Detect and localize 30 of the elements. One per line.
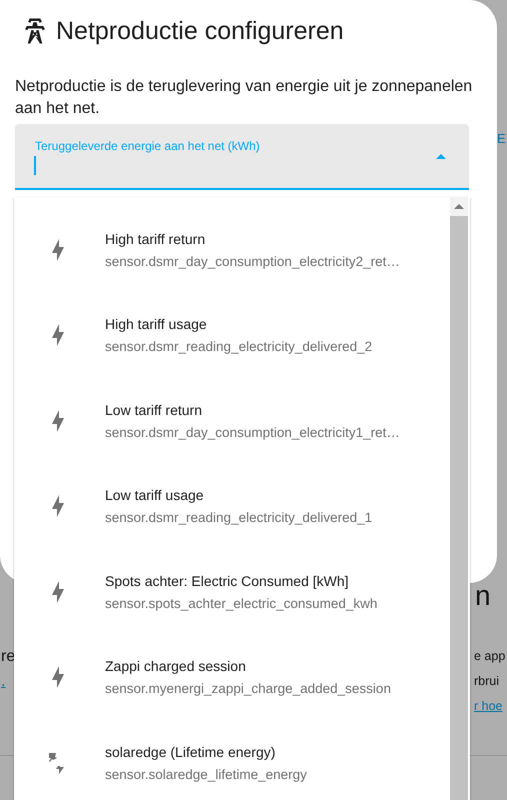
text: re [1,647,16,667]
caret-icon [454,204,464,209]
option-title: Zappi charged session [105,658,247,674]
entity-id: sensor.dsmr_day_consumption_electricity2_ret… [105,254,400,269]
option-title: High tariff return [105,230,206,247]
option-item[interactable]: Zappi charged session sensor.myenergi_zappi_charge_added_session [14,634,450,720]
text: rbrui [474,673,500,690]
entity-id: sensor.dsmr_reading_electricity_delivered_2 [105,339,372,354]
option-item[interactable]: Low tariff usage sensor.dsmr_reading_electricity_delivered_1 [14,464,450,549]
option-title: Low tariff return [105,402,204,418]
text: e app [474,648,506,665]
dialog-title: Netproductie configureren [56,16,344,46]
option-item[interactable]: Spots achter: Electric Consumed [kWh] sensor.spots_achter_electric_consumed_kwh [14,549,450,634]
option-title: Low tariff usage [105,487,205,504]
option-item[interactable]: solaredge (Lifetime energy) sensor.solaredge_lifetime_energy [14,720,450,800]
caret-icon [436,154,446,159]
entity-id: sensor.myenergi_zappi_charge_added_session [105,681,391,696]
option-item[interactable]: High tariff usage sensor.dsmr_reading_electricity_delivered_2 [14,292,450,378]
option-item[interactable]: High tariff return sensor.dsmr_day_consumption_electricity2_ret… [14,207,450,292]
option-title: High tariff usage [105,316,208,332]
description: Netproductie is de teruglevering van energie uit je zonnepanelen aan het net. [15,77,474,119]
entity-id: sensor.spots_achter_electric_consumed_kwh [105,596,378,611]
option-title: solaredge (Lifetime energy) [105,744,276,760]
option-title: Spots achter: Electric Consumed [kWh] [105,572,350,589]
entity-id: sensor.dsmr_day_consumption_electricity1_ret… [105,424,400,440]
option-item[interactable]: Low tariff return sensor.dsmr_day_consumption_electricity1_ret… [14,378,450,464]
entity-id: sensor.dsmr_reading_electricity_delivered_1 [105,510,372,526]
entity-id: sensor.solaredge_lifetime_energy [105,766,307,782]
card-heading: n [475,580,491,612]
scrollbar-thumb[interactable] [450,216,468,800]
